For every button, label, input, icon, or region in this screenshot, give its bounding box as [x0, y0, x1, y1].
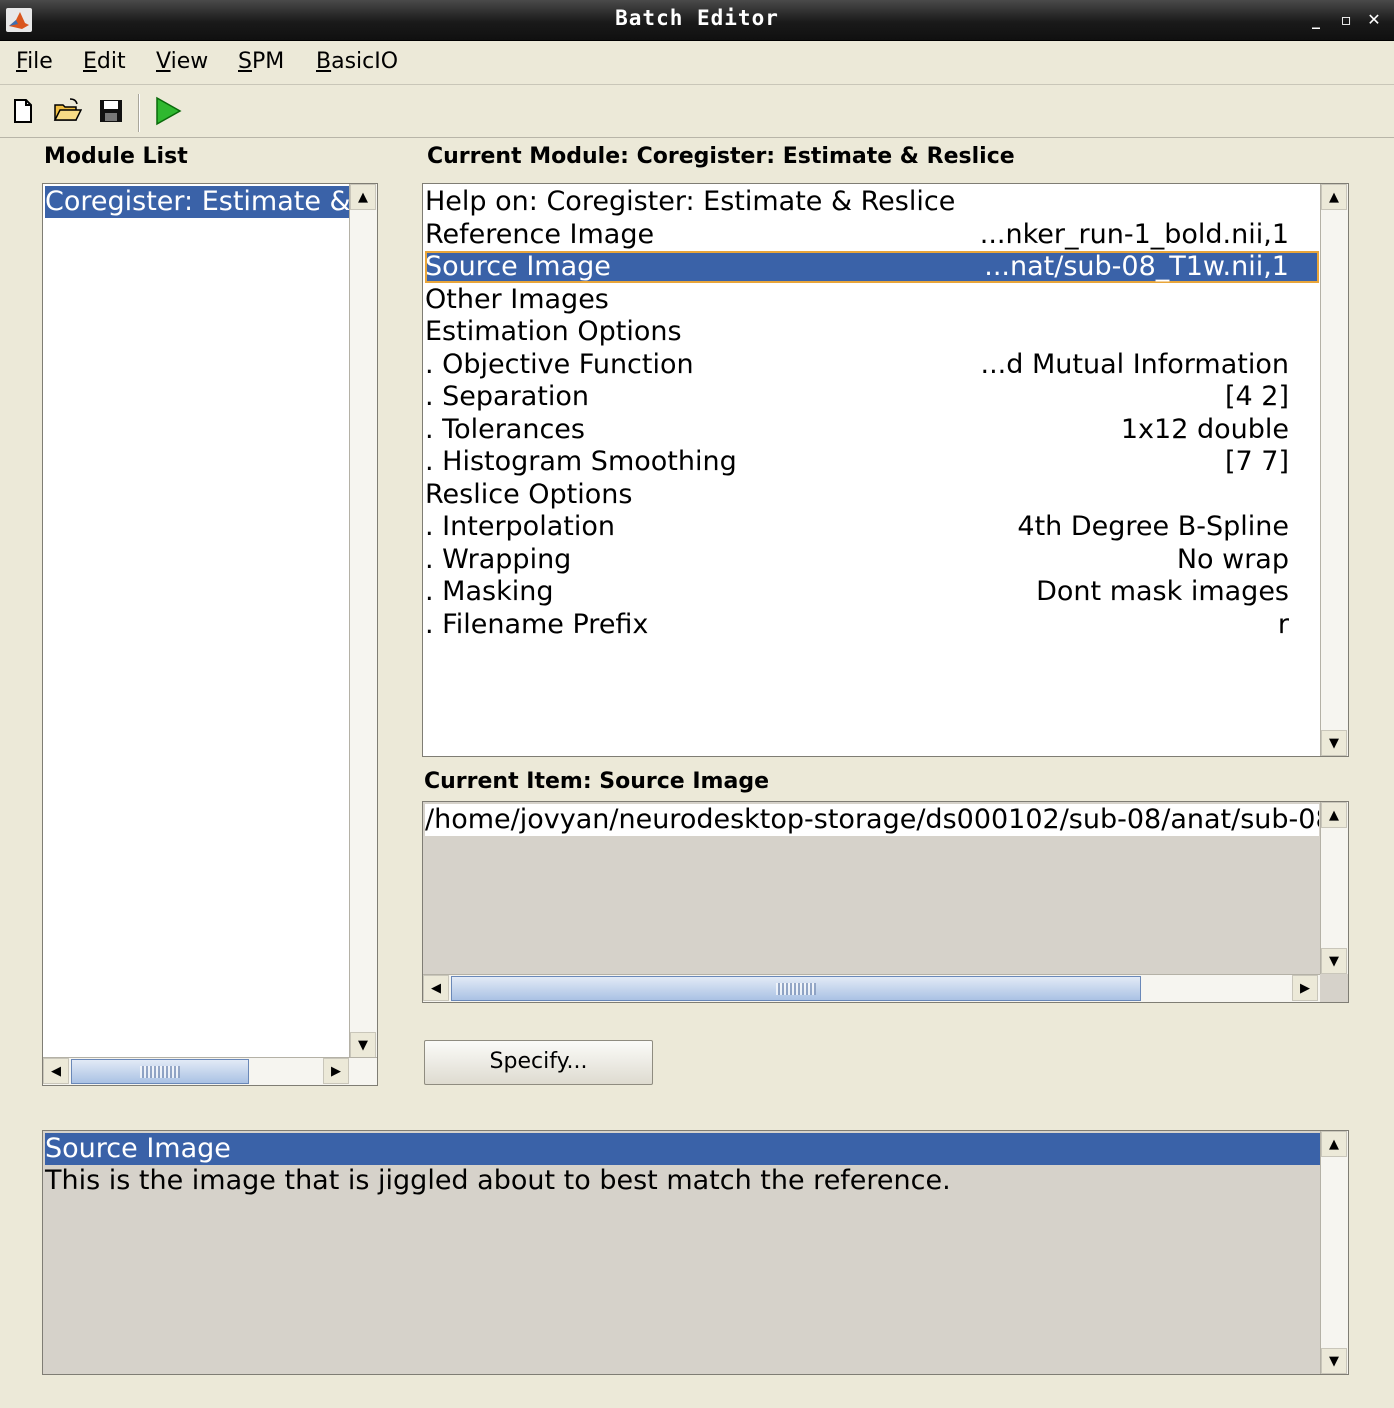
- window-title: Batch Editor: [615, 6, 779, 30]
- close-button[interactable]: ✕: [1364, 10, 1384, 30]
- module-row[interactable]: Help on: Coregister: Estimate & Reslice: [425, 186, 1319, 218]
- module-row-value: No wrap: [1176, 543, 1289, 575]
- scroll-down-icon[interactable]: ▼: [350, 1032, 376, 1058]
- module-row-name: . Separation: [425, 381, 589, 412]
- scroll-up-icon[interactable]: ▲: [1321, 1131, 1347, 1157]
- module-row-value: 4th Degree B-Spline: [1017, 511, 1289, 542]
- minimize-button[interactable]: _: [1306, 10, 1326, 30]
- current-item-value[interactable]: /home/jovyan/neurodesktop-storage/ds0001…: [425, 804, 1319, 836]
- module-row-value: ...nat/sub-08_T1w.nii,1: [984, 251, 1289, 282]
- module-row[interactable]: Reference Image ...nker_run-1_bold.nii,1: [425, 219, 1319, 251]
- module-list[interactable]: Coregister: Estimate & Reslice ▲ ▼ ◀ ▶: [42, 183, 378, 1086]
- module-list-vscrollbar[interactable]: ▲ ▼: [349, 184, 377, 1058]
- scroll-right-icon[interactable]: ▶: [1292, 975, 1318, 1001]
- module-row-name: . Wrapping: [425, 543, 572, 575]
- module-row[interactable]: . Wrapping No wrap: [425, 544, 1319, 576]
- module-row-value: Dont mask images: [1036, 576, 1289, 607]
- module-row-name: . Masking: [425, 576, 554, 607]
- current-item-label: Current Item: Source Image: [424, 769, 769, 794]
- scroll-left-icon[interactable]: ◀: [423, 975, 449, 1001]
- module-row-name: . Objective Function: [425, 348, 694, 380]
- help-title: Source Image: [45, 1133, 1320, 1165]
- menu-bar: File Edit View SPM BasicIO: [0, 41, 1394, 85]
- scrollbar-thumb[interactable]: [451, 976, 1141, 1001]
- module-row-name: . Tolerances: [425, 413, 585, 445]
- module-row-name: Estimation Options: [425, 316, 682, 347]
- module-row-name: Reference Image: [425, 218, 655, 250]
- menu-spm[interactable]: SPM: [238, 49, 284, 74]
- save-icon[interactable]: [96, 96, 126, 126]
- module-row-value: ...nker_run-1_bold.nii,1: [979, 218, 1289, 250]
- current-module-vscrollbar[interactable]: ▲ ▼: [1320, 184, 1348, 756]
- module-list-item[interactable]: Coregister: Estimate & Reslice: [45, 186, 351, 218]
- scroll-up-icon[interactable]: ▲: [1321, 802, 1347, 828]
- scroll-right-icon[interactable]: ▶: [323, 1058, 349, 1084]
- current-item-hscrollbar[interactable]: ◀ ▶: [423, 974, 1320, 1002]
- module-row[interactable]: . Objective Function ...d Mutual Informat…: [425, 349, 1319, 381]
- module-row[interactable]: . Filename Prefix r: [425, 609, 1319, 641]
- module-row-name: . Histogram Smoothing: [425, 446, 737, 477]
- current-item-vscrollbar[interactable]: ▲ ▼: [1320, 802, 1348, 974]
- menu-file[interactable]: File: [16, 49, 53, 74]
- help-text: This is the image that is jiggled about …: [45, 1165, 951, 1196]
- module-row[interactable]: Source Image ...nat/sub-08_T1w.nii,1: [425, 251, 1319, 283]
- help-box[interactable]: Source Image This is the image that is j…: [42, 1130, 1349, 1375]
- module-row-value: 1x12 double: [1120, 413, 1289, 445]
- current-module-list[interactable]: . Filename Prefix r . Masking Dont mask ima…: [422, 183, 1349, 757]
- module-row-value: ...d Mutual Information: [980, 348, 1290, 380]
- new-file-icon[interactable]: [8, 96, 38, 126]
- module-list-hscrollbar[interactable]: ◀ ▶: [43, 1057, 377, 1085]
- toolbar: [0, 86, 1394, 138]
- module-row-name: . Filename Prefix: [425, 608, 649, 640]
- module-row-name: Help on: Coregister: Estimate & Reslice: [425, 186, 956, 217]
- title-bar: Batch Editor _ ▫ ✕: [0, 0, 1394, 41]
- module-row[interactable]: Estimation Options: [425, 316, 1319, 348]
- module-row-value: [4 2]: [1224, 381, 1289, 412]
- toolbar-separator: [138, 94, 140, 132]
- current-module-label: Current Module: Coregister: Estimate & R…: [427, 144, 1015, 169]
- scrollbar-thumb[interactable]: [71, 1059, 249, 1084]
- module-row[interactable]: Other Images: [425, 284, 1319, 316]
- module-row[interactable]: . Masking Dont mask images: [425, 576, 1319, 608]
- scroll-up-icon[interactable]: ▲: [350, 184, 376, 210]
- module-row[interactable]: Reslice Options: [425, 479, 1319, 511]
- current-item-box[interactable]: /home/jovyan/neurodesktop-storage/ds0001…: [422, 801, 1349, 1003]
- help-vscrollbar[interactable]: ▲ ▼: [1320, 1131, 1348, 1374]
- scroll-left-icon[interactable]: ◀: [43, 1058, 69, 1084]
- module-row[interactable]: . Tolerances 1x12 double: [425, 414, 1319, 446]
- module-row-name: Source Image: [425, 251, 611, 282]
- scroll-up-icon[interactable]: ▲: [1321, 184, 1347, 210]
- module-row[interactable]: . Interpolation 4th Degree B-Spline: [425, 511, 1319, 543]
- scroll-down-icon[interactable]: ▼: [1321, 1348, 1347, 1374]
- module-row[interactable]: . Histogram Smoothing [7 7]: [425, 446, 1319, 478]
- menu-edit[interactable]: Edit: [83, 49, 126, 74]
- open-folder-icon[interactable]: [52, 96, 82, 126]
- module-row-name: . Interpolation: [425, 511, 615, 542]
- specify-button[interactable]: Specify...: [424, 1040, 653, 1085]
- module-row-name: Other Images: [425, 283, 609, 315]
- menu-view[interactable]: View: [156, 49, 208, 74]
- module-row-name: Reslice Options: [425, 478, 633, 510]
- scroll-down-icon[interactable]: ▼: [1321, 948, 1347, 974]
- run-icon[interactable]: [152, 96, 182, 126]
- maximize-button[interactable]: ▫: [1336, 10, 1356, 30]
- module-list-label: Module List: [44, 144, 188, 169]
- module-row[interactable]: . Separation [4 2]: [425, 381, 1319, 413]
- module-row-value: r: [1277, 608, 1289, 640]
- menu-basicio[interactable]: BasicIO: [316, 49, 398, 74]
- module-row-value: [7 7]: [1224, 446, 1289, 477]
- scroll-down-icon[interactable]: ▼: [1321, 730, 1347, 756]
